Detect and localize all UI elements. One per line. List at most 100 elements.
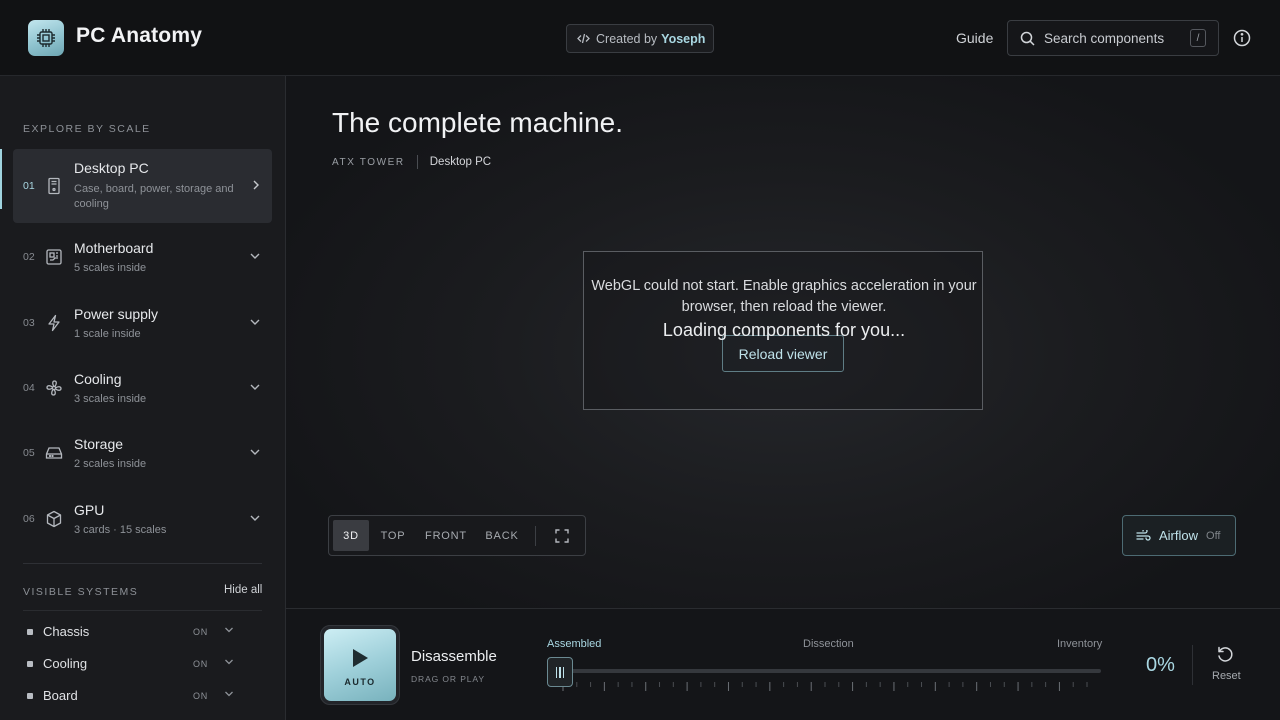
- webgl-error-message: WebGL could not start. Enable graphics a…: [591, 278, 977, 315]
- disassemble-title: Disassemble: [411, 648, 497, 665]
- system-toggle-board[interactable]: Board ON: [27, 687, 247, 707]
- stage-inventory-label[interactable]: Inventory: [1057, 638, 1102, 650]
- system-label: Board: [43, 688, 78, 703]
- airflow-icon: [1136, 529, 1151, 541]
- systems-section-title: VISIBLE SYSTEMS: [23, 586, 139, 598]
- airflow-label: Airflow: [1159, 528, 1199, 543]
- nav-item-subtitle: 3 cards · 15 scales: [74, 524, 167, 536]
- view-top-button[interactable]: TOP: [375, 520, 411, 551]
- tower-case-icon: [45, 177, 63, 195]
- chevron-right-icon: [252, 180, 260, 190]
- chevron-down-icon: [250, 252, 260, 260]
- 3d-viewer[interactable]: The complete machine. ATX TOWER Desktop …: [286, 76, 1280, 608]
- sidebar-item-storage[interactable]: 05 Storage 2 scales inside: [13, 426, 272, 480]
- page-title: The complete machine.: [332, 107, 624, 138]
- chevron-down-icon[interactable]: [224, 690, 234, 698]
- toolbar-separator: [535, 526, 536, 546]
- system-toggle-cooling[interactable]: Cooling ON: [27, 655, 247, 675]
- nav-item-subtitle: 5 scales inside: [74, 262, 147, 274]
- sidebar-item-desktop-pc[interactable]: 01 Desktop PC Case, board, power, storag…: [13, 149, 272, 223]
- nav-item-label: Motherboard: [74, 240, 154, 256]
- system-toggle-chassis[interactable]: Chassis ON: [27, 623, 247, 643]
- credit-author: Yoseph: [661, 31, 706, 46]
- stage-assembled-label[interactable]: Assembled: [547, 638, 601, 650]
- cube-icon: [45, 510, 63, 528]
- active-item-indicator: [0, 149, 2, 209]
- top-header: PC Anatomy Created by Yoseph Guide Search…: [0, 0, 1280, 76]
- sidebar-divider: [23, 563, 262, 564]
- search-icon: [1020, 31, 1035, 46]
- nav-item-number: 06: [23, 513, 35, 525]
- view-3d-button[interactable]: 3D: [333, 520, 369, 551]
- nav-item-label: Storage: [74, 436, 124, 452]
- chevron-down-icon: [250, 318, 260, 326]
- hard-drive-icon: [45, 444, 63, 462]
- auto-label: AUTO: [344, 677, 376, 687]
- system-color-swatch: [27, 629, 33, 635]
- nav-item-number: 02: [23, 251, 35, 263]
- system-state: ON: [193, 627, 209, 637]
- sidebar-item-power-supply[interactable]: 03 Power supply 1 scale inside: [13, 296, 272, 350]
- creator-credit-badge[interactable]: Created by Yoseph: [566, 24, 714, 53]
- chevron-down-icon: [250, 514, 260, 522]
- code-icon: [577, 33, 590, 44]
- nav-item-subtitle: 2 scales inside: [74, 458, 147, 470]
- breadcrumb: ATX TOWER Desktop PC: [332, 155, 491, 169]
- view-back-button[interactable]: BACK: [479, 520, 525, 551]
- reset-button[interactable]: Reset: [1212, 670, 1241, 682]
- chevron-down-icon[interactable]: [224, 626, 234, 634]
- nav-item-subtitle: 1 scale inside: [74, 328, 141, 340]
- system-label: Cooling: [43, 656, 88, 671]
- fullscreen-icon[interactable]: [555, 529, 569, 543]
- systems-divider: [23, 610, 262, 611]
- lightning-bolt-icon: [45, 314, 63, 332]
- nav-item-number: 03: [23, 317, 35, 329]
- play-icon: [353, 649, 368, 667]
- reset-icon[interactable]: [1216, 645, 1242, 663]
- info-icon[interactable]: [1233, 29, 1251, 47]
- chevron-down-icon: [250, 383, 260, 391]
- chevron-down-icon[interactable]: [224, 658, 234, 666]
- nav-item-label: Power supply: [74, 306, 159, 322]
- guide-link[interactable]: Guide: [956, 30, 993, 46]
- sidebar-item-cooling[interactable]: 04 Cooling 3 scales inside: [13, 361, 272, 415]
- form-factor-tag: ATX TOWER: [332, 156, 405, 168]
- stage-dissection-label[interactable]: Dissection: [803, 638, 854, 650]
- disassembly-slider-thumb[interactable]: [547, 657, 573, 687]
- webgl-error-panel: WebGL could not start. Enable graphics a…: [583, 251, 983, 410]
- search-shortcut-key: /: [1190, 29, 1206, 47]
- hide-all-button[interactable]: Hide all: [224, 584, 262, 596]
- breadcrumb-separator: [416, 155, 418, 169]
- fan-icon: [45, 379, 63, 397]
- sidebar-item-motherboard[interactable]: 02 Motherboard 5 scales inside: [13, 230, 272, 284]
- nav-item-subtitle: Case, board, power, storage and cooling: [74, 183, 234, 210]
- auto-play-button[interactable]: AUTO: [320, 625, 400, 705]
- cpu-chip-icon[interactable]: [28, 20, 64, 56]
- loading-message: Loading components for you...: [662, 320, 906, 340]
- view-front-button[interactable]: FRONT: [421, 520, 471, 551]
- explore-section-title: EXPLORE BY SCALE: [23, 123, 151, 135]
- sidebar-item-gpu[interactable]: 06 GPU 3 cards · 15 scales: [13, 492, 272, 546]
- app-title[interactable]: PC Anatomy: [76, 24, 202, 48]
- nav-item-label: Cooling: [74, 371, 122, 387]
- system-color-swatch: [27, 661, 33, 667]
- system-color-swatch: [27, 693, 33, 699]
- disassemble-hint: DRAG OR PLAY: [411, 674, 485, 684]
- disassembly-slider-track[interactable]: [562, 669, 1101, 673]
- airflow-toggle-button[interactable]: Airflow Off: [1122, 515, 1236, 556]
- disassembly-control-bar: AUTO Disassemble DRAG OR PLAY Assembled …: [286, 608, 1280, 720]
- view-mode-toolbar: 3D TOP FRONT BACK: [328, 515, 586, 556]
- nav-item-number: 04: [23, 382, 35, 394]
- slider-ticks: [562, 682, 1088, 691]
- reset-separator: [1192, 645, 1193, 685]
- breadcrumb-current: Desktop PC: [429, 156, 492, 168]
- search-input[interactable]: Search components /: [1007, 20, 1219, 56]
- progress-percent: 0%: [1146, 654, 1175, 676]
- credit-prefix: Created by: [596, 31, 658, 46]
- nav-item-number: 05: [23, 447, 35, 459]
- system-state: ON: [193, 659, 209, 669]
- chevron-down-icon: [250, 448, 260, 456]
- search-placeholder: Search components: [1044, 30, 1165, 46]
- airflow-state: Off: [1206, 529, 1221, 542]
- circuit-board-icon: [45, 248, 63, 266]
